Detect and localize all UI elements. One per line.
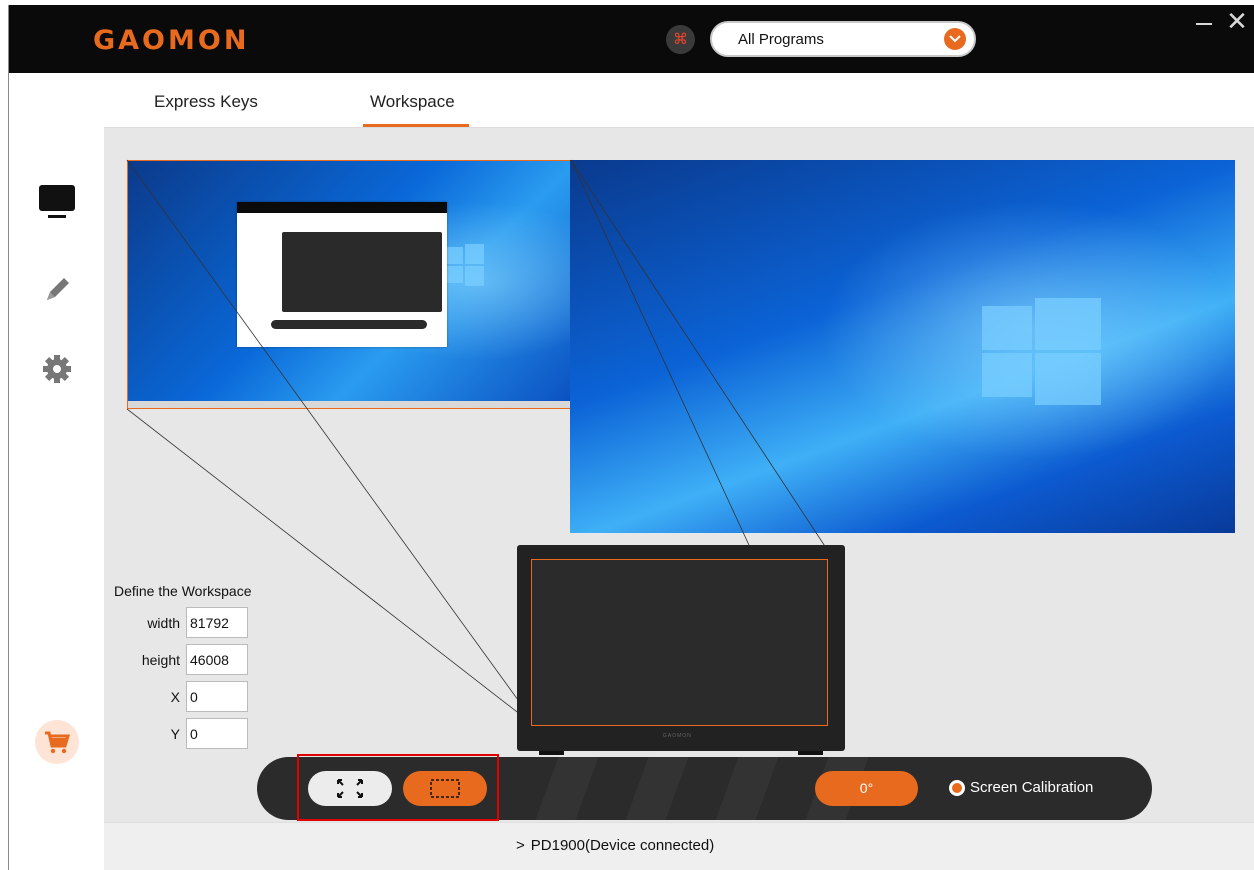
app-window: GAOMON ⌘ All Programs ✕ Express Keys Wor… [8, 5, 1254, 870]
tab-workspace[interactable]: Workspace [370, 92, 455, 112]
screen-calibration-label[interactable]: Screen Calibration [970, 779, 1093, 796]
sidebar-item-pen[interactable] [33, 268, 81, 313]
minimize-button[interactable] [1189, 7, 1219, 37]
tablet-preview: GAOMON [517, 545, 845, 755]
tab-express-keys[interactable]: Express Keys [154, 92, 258, 112]
select-area-icon [430, 779, 460, 798]
close-icon: ✕ [1226, 6, 1248, 36]
screen-calibration-radio[interactable] [949, 780, 965, 796]
y-input[interactable] [186, 718, 248, 749]
tab-bar: Express Keys Workspace [104, 73, 1254, 128]
tablet-brand-mark: GAOMON [663, 733, 692, 739]
minimize-icon [1196, 23, 1212, 25]
program-select[interactable]: All Programs [710, 21, 976, 57]
sidebar [9, 73, 104, 870]
width-label: width [147, 615, 180, 631]
monitor-icon [39, 185, 75, 218]
rotation-button[interactable]: 0° [815, 771, 918, 806]
height-label: height [141, 652, 180, 668]
active-tab-indicator [363, 124, 469, 127]
y-label: Y [170, 726, 180, 742]
define-workspace-title: Define the Workspace [114, 583, 252, 599]
pen-icon [47, 278, 69, 300]
expand-icon [337, 779, 363, 798]
close-button[interactable]: ✕ [1222, 7, 1252, 37]
sidebar-item-settings[interactable] [33, 349, 81, 394]
app-grid-icon[interactable]: ⌘ [666, 25, 695, 54]
chevron-down-icon[interactable] [944, 28, 966, 50]
height-input[interactable] [186, 644, 248, 675]
sidebar-item-store[interactable] [33, 718, 81, 771]
x-input[interactable] [186, 681, 248, 712]
sidebar-item-monitor[interactable] [33, 181, 81, 226]
cart-icon [35, 720, 79, 764]
chevron-right-icon: > [516, 837, 525, 854]
device-status-bar[interactable]: > PD1900(Device connected) [104, 822, 1254, 870]
gear-icon [43, 355, 71, 383]
tablet-active-area[interactable] [531, 559, 828, 726]
radio-checked-dot [952, 783, 962, 793]
full-area-button[interactable] [308, 771, 392, 806]
device-status-text: PD1900(Device connected) [530, 837, 715, 854]
workspace-panel: GAOMON Define the Workspace width height… [104, 128, 1254, 822]
device-status-row[interactable]: > PD1900(Device connected) [516, 837, 714, 854]
custom-area-button[interactable] [403, 771, 487, 806]
gaomon-logo: GAOMON [93, 25, 250, 56]
width-input[interactable] [186, 607, 248, 638]
program-select-value: All Programs [738, 31, 824, 48]
x-label: X [170, 689, 180, 705]
title-bar: GAOMON ⌘ All Programs ✕ [9, 5, 1254, 73]
